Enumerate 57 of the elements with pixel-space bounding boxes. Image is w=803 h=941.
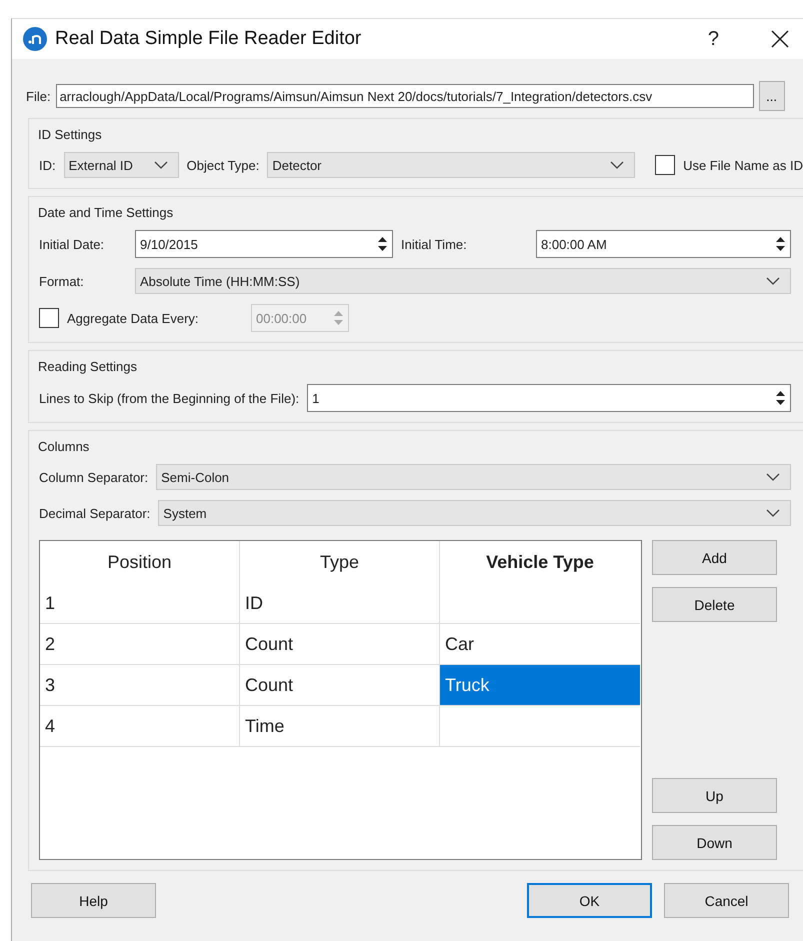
checkbox[interactable]: [655, 155, 676, 175]
column-header[interactable]: Type: [240, 541, 440, 583]
table-cell[interactable]: Count: [240, 624, 440, 665]
browse-button[interactable]: ...: [758, 81, 785, 111]
field-label: Object Type:: [186, 158, 260, 172]
group-title: Columns: [38, 439, 90, 454]
help-button[interactable]: Help: [31, 883, 156, 918]
chevron-down-icon: [766, 473, 780, 481]
table-cell[interactable]: Truck: [440, 665, 640, 706]
field-label: Column Separator:: [39, 470, 148, 484]
checkbox-label: Use File Name as ID: [683, 158, 803, 172]
object-type-dropdown[interactable]: Detector: [267, 152, 636, 178]
spinner-arrows-icon: [377, 236, 388, 252]
up-button[interactable]: Up: [652, 778, 777, 813]
checkbox-label: Aggregate Data Every:: [67, 310, 200, 326]
field-label: Lines to Skip (from the Beginning of the File):: [39, 390, 300, 406]
chevron-down-icon: [766, 509, 780, 517]
column-header[interactable]: Vehicle Type: [440, 541, 640, 583]
decimal-separator-dropdown[interactable]: System: [158, 500, 791, 526]
table-cell[interactable]: Time: [240, 706, 440, 747]
field-label: Initial Time:: [401, 236, 468, 252]
spinner-arrows-icon: [775, 236, 786, 252]
app-logo-icon: [23, 27, 47, 51]
date-field[interactable]: 9/10/2015: [135, 230, 393, 258]
cancel-button[interactable]: Cancel: [664, 883, 789, 918]
lines-to-skip-field[interactable]: 1: [307, 384, 791, 412]
add-button[interactable]: Add: [652, 540, 777, 575]
group-title: ID Settings: [38, 127, 102, 142]
down-button[interactable]: Down: [652, 825, 777, 860]
group-title: Date and Time Settings: [38, 205, 174, 220]
table-cell[interactable]: 4: [40, 706, 240, 747]
ok-button[interactable]: OK: [527, 883, 652, 918]
spinner-arrows-icon: [333, 310, 344, 326]
field-label: Decimal Separator:: [39, 506, 150, 520]
column-separator-dropdown[interactable]: Semi-Colon: [156, 464, 791, 490]
field-label: File:: [26, 88, 51, 104]
time-field[interactable]: 8:00:00 AM: [536, 230, 791, 258]
table-cell[interactable]: ID: [240, 583, 440, 624]
chevron-down-icon: [154, 161, 168, 169]
table-cell[interactable]: 1: [40, 583, 240, 624]
chevron-down-icon: [766, 277, 780, 285]
field-label: ID:: [39, 158, 56, 172]
format-dropdown[interactable]: Absolute Time (HH:MM:SS): [135, 268, 791, 294]
window-title: Real Data Simple File Reader Editor: [55, 28, 362, 50]
group-title: Reading Settings: [38, 359, 138, 374]
help-button[interactable]: ?: [708, 28, 719, 50]
file-path-field[interactable]: arraclough/AppData/Local/Programs/Aimsun/Aimsun Next 20/docs/tutorials/7_Integration/detectors.csv: [56, 84, 754, 108]
id-dropdown[interactable]: External ID: [64, 152, 179, 178]
delete-button[interactable]: Delete: [652, 587, 777, 622]
spinner-arrows-icon: [775, 390, 786, 406]
table-cell[interactable]: 2: [40, 624, 240, 665]
field-label: Format:: [39, 274, 85, 288]
table-cell[interactable]: 3: [40, 665, 240, 706]
column-header[interactable]: Position: [40, 541, 240, 583]
chevron-down-icon: [610, 161, 624, 169]
field-label: Initial Date:: [39, 236, 106, 252]
close-icon[interactable]: [771, 30, 789, 48]
